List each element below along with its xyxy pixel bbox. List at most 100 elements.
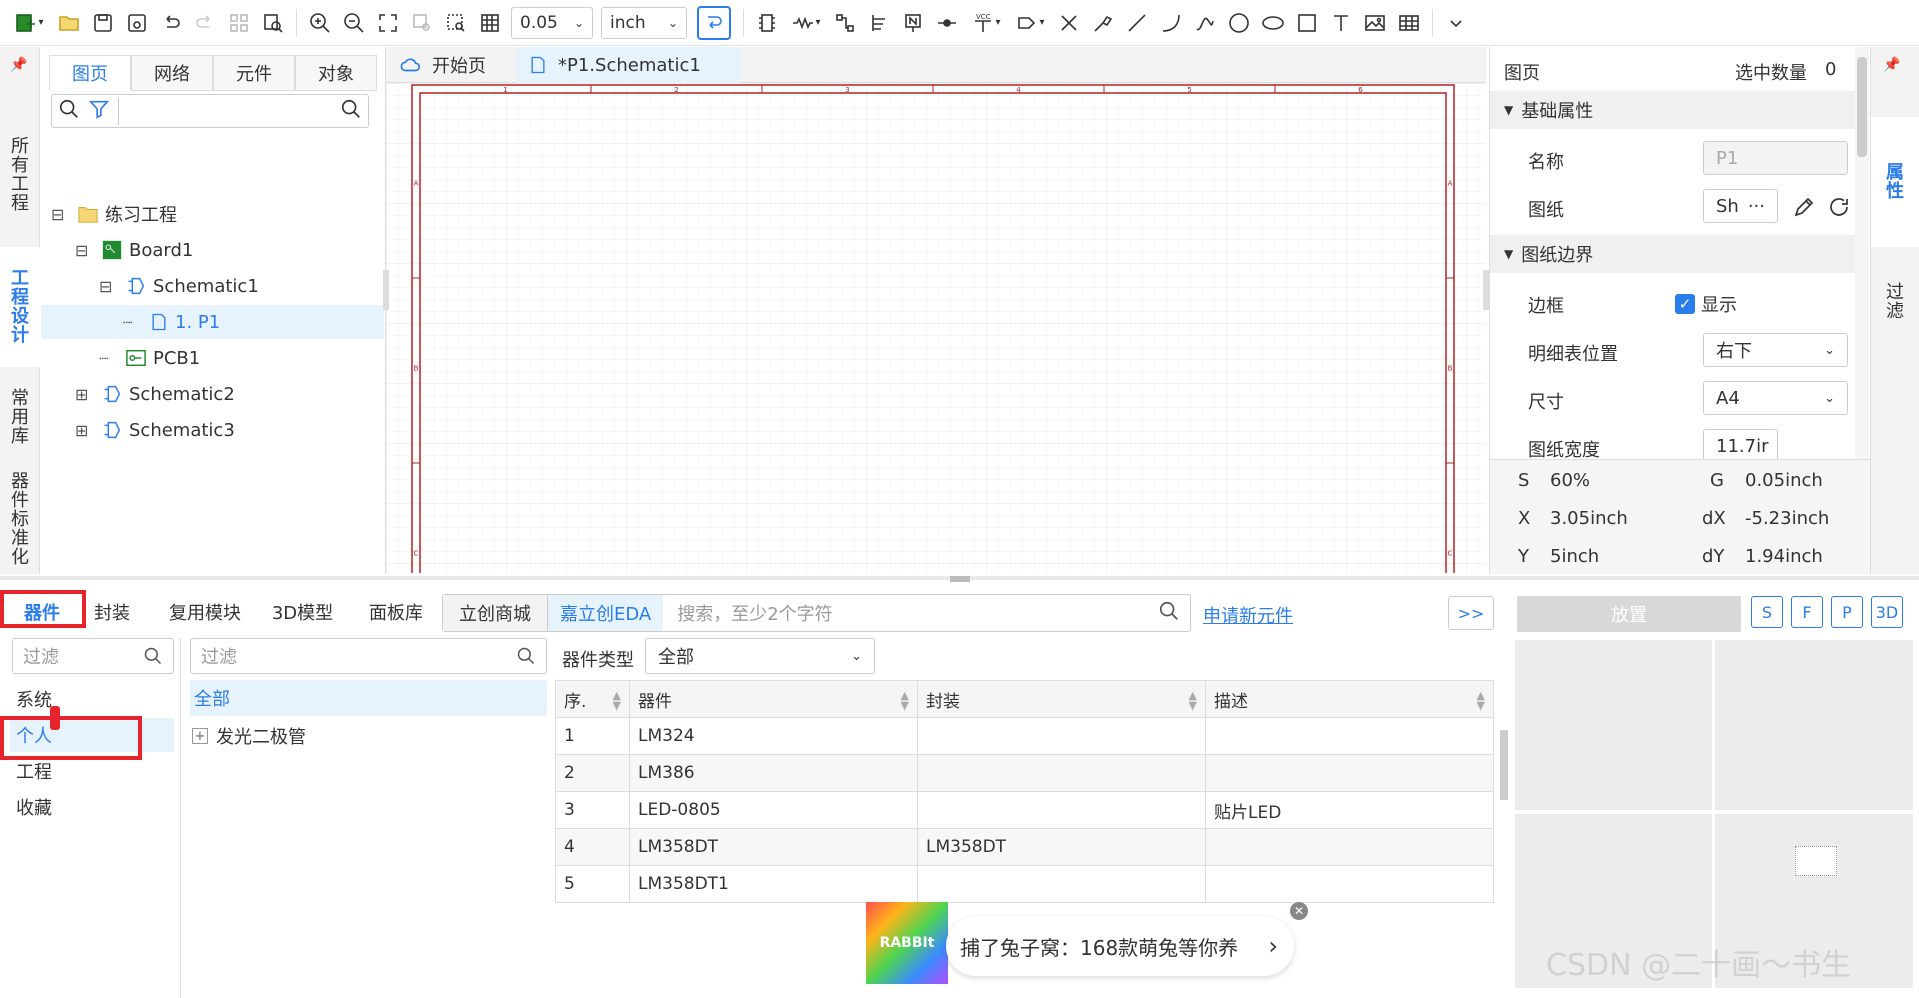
line-icon[interactable] bbox=[1120, 6, 1154, 40]
select-area-icon[interactable] bbox=[439, 6, 473, 40]
vcc-icon[interactable]: VCC ▾ bbox=[964, 6, 1008, 40]
column-header[interactable]: 器件 ▲ ▼ bbox=[629, 680, 918, 718]
undo-icon[interactable] bbox=[154, 6, 188, 40]
ad-popup[interactable]: RABBIt 捕了兔子窝：168款萌兔等你养 › ✕ bbox=[866, 902, 1308, 984]
class-filter-input[interactable]: 过滤 bbox=[190, 638, 547, 674]
apply-new-component-link[interactable]: 申请新元件 bbox=[1203, 602, 1293, 628]
section-basic-properties[interactable]: ▼ 基础属性 bbox=[1490, 91, 1855, 129]
search-icon[interactable] bbox=[58, 98, 80, 124]
tree-item[interactable]: ⊟ 练习工程 bbox=[41, 197, 384, 231]
category-filter-input[interactable]: 过滤 bbox=[12, 638, 174, 674]
schematic-sheet[interactable]: 1 2 3 4 5 6 A A B B C C bbox=[386, 83, 1486, 573]
group-icon[interactable] bbox=[222, 6, 256, 40]
vtab-properties[interactable]: 属性 bbox=[1871, 117, 1919, 247]
table-icon[interactable] bbox=[1392, 6, 1426, 40]
vtab-project-design[interactable]: 工程设计 bbox=[0, 247, 40, 367]
tab-nets[interactable]: 网络 bbox=[131, 55, 213, 91]
net-label-icon[interactable] bbox=[896, 6, 930, 40]
scrollbar-thumb[interactable] bbox=[1857, 57, 1867, 157]
zoom-in-icon[interactable] bbox=[303, 6, 337, 40]
library-search-input[interactable]: 搜索，至少2个字符 bbox=[663, 600, 1158, 626]
search-icon[interactable] bbox=[340, 98, 362, 124]
tab-3d-models[interactable]: 3D模型 bbox=[260, 594, 345, 630]
schematic-canvas[interactable]: 1 2 3 4 5 6 A A B B C C bbox=[386, 83, 1486, 573]
column-header[interactable]: 封装 ▲ ▼ bbox=[917, 680, 1206, 718]
vtab-all-projects[interactable]: 所有工程 bbox=[0, 102, 40, 247]
unit-select[interactable]: inch ⌄ bbox=[601, 6, 687, 39]
tab-start-page[interactable]: 开始页 bbox=[400, 47, 486, 83]
pcb-preview-button[interactable]: P bbox=[1831, 596, 1863, 628]
sort-icon[interactable]: ▲ ▼ bbox=[613, 690, 621, 711]
fit-icon[interactable] bbox=[371, 6, 405, 40]
ad-close-icon[interactable]: ✕ bbox=[1290, 902, 1308, 920]
left-splitter[interactable] bbox=[383, 270, 389, 310]
redo-icon[interactable] bbox=[188, 6, 222, 40]
more-icon[interactable] bbox=[1439, 6, 1473, 40]
size-select[interactable]: A4 ⌄ bbox=[1703, 381, 1848, 415]
collapse-icon[interactable]: ⊟ bbox=[99, 277, 121, 296]
device-type-select[interactable]: 全部 ⌄ bbox=[645, 638, 875, 674]
table-row[interactable]: 1 LM324 bbox=[555, 717, 1494, 755]
tab-szlcsc-shop[interactable]: 立创商城 bbox=[443, 595, 548, 631]
circle-icon[interactable] bbox=[1222, 6, 1256, 40]
netflag-icon[interactable] bbox=[930, 6, 964, 40]
preview-splitter[interactable] bbox=[1500, 730, 1508, 800]
expand-plus-icon[interactable]: + bbox=[192, 728, 208, 744]
bezier-icon[interactable] bbox=[1188, 6, 1222, 40]
class-item-led[interactable]: + 发光二极管 bbox=[192, 718, 306, 754]
tree-item[interactable]: ┈ 1. P1 bbox=[41, 305, 384, 339]
search-icon[interactable] bbox=[1158, 600, 1180, 626]
no-connect-icon[interactable] bbox=[1052, 6, 1086, 40]
vtab-filter[interactable]: 过滤 bbox=[1871, 247, 1919, 357]
3d-preview-button[interactable]: 3D bbox=[1871, 596, 1903, 628]
zoom-area-icon[interactable] bbox=[405, 6, 439, 40]
footprint-preview-button[interactable]: F bbox=[1791, 596, 1823, 628]
arc-icon[interactable] bbox=[1154, 6, 1188, 40]
sort-icon[interactable]: ▲ ▼ bbox=[1477, 690, 1485, 711]
table-row[interactable]: 3 LED-0805 贴片LED bbox=[555, 791, 1494, 829]
tab-devices[interactable]: 器件 bbox=[6, 594, 78, 630]
wire-mode-icon[interactable] bbox=[697, 5, 731, 40]
image-icon[interactable] bbox=[1358, 6, 1392, 40]
save-as-icon[interactable] bbox=[120, 6, 154, 40]
probe-icon[interactable] bbox=[1086, 6, 1120, 40]
tab-objects[interactable]: 对象 bbox=[295, 55, 377, 91]
properties-scrollbar[interactable] bbox=[1855, 47, 1869, 459]
component-icon[interactable] bbox=[750, 6, 784, 40]
section-sheet-border[interactable]: ▼ 图纸边界 bbox=[1490, 235, 1855, 273]
tab-jlc-eda[interactable]: 嘉立创EDA bbox=[548, 595, 664, 631]
find-icon[interactable] bbox=[256, 6, 290, 40]
expand-icon[interactable]: ⊞ bbox=[75, 385, 97, 404]
tab-panel-library[interactable]: 面板库 bbox=[355, 594, 437, 630]
chevron-right-icon[interactable]: › bbox=[1268, 932, 1278, 960]
more-dots-icon[interactable]: ··· bbox=[1748, 196, 1765, 217]
table-row[interactable]: 5 LM358DT1 bbox=[555, 865, 1494, 903]
tab-sheets[interactable]: 图页 bbox=[49, 55, 131, 91]
tree-item[interactable]: ⊟ Schematic1 bbox=[41, 269, 384, 303]
tree-item[interactable]: ⊟ Board1 bbox=[41, 233, 384, 267]
place-button[interactable]: 放置 bbox=[1517, 596, 1741, 632]
tab-reuse-modules[interactable]: 复用模块 bbox=[155, 594, 255, 630]
tree-item[interactable]: ┈ PCB1 bbox=[41, 341, 384, 375]
name-input[interactable]: P1 bbox=[1703, 141, 1848, 175]
netport-icon[interactable]: ▾ bbox=[1008, 6, 1052, 40]
open-folder-icon[interactable] bbox=[52, 6, 86, 40]
new-project-icon[interactable]: ▾ bbox=[6, 6, 52, 40]
ellipse-icon[interactable] bbox=[1256, 6, 1290, 40]
pin-icon[interactable] bbox=[828, 6, 862, 40]
column-header[interactable]: 描述 ▲ ▼ bbox=[1205, 680, 1494, 718]
vtab-common-library[interactable]: 常用库 bbox=[0, 367, 40, 467]
sheet-select[interactable]: Sh ··· bbox=[1703, 189, 1778, 223]
width-input[interactable]: 11.7ir bbox=[1703, 429, 1778, 459]
pin-icon[interactable]: 📌 bbox=[10, 57, 27, 73]
tree-search-box[interactable] bbox=[51, 94, 369, 128]
vtab-device-standardization[interactable]: 器件标准化 bbox=[0, 467, 40, 572]
expand-button[interactable]: >> bbox=[1448, 596, 1494, 630]
table-row[interactable]: 4 LM358DT LM358DT bbox=[555, 828, 1494, 866]
zoom-out-icon[interactable] bbox=[337, 6, 371, 40]
category-personal[interactable]: 个人 bbox=[10, 718, 174, 752]
text-icon[interactable] bbox=[1324, 6, 1358, 40]
tab-components[interactable]: 元件 bbox=[213, 55, 295, 91]
refresh-icon[interactable] bbox=[1827, 195, 1851, 224]
grid-size-select[interactable]: 0.05 ⌄ bbox=[511, 6, 593, 39]
